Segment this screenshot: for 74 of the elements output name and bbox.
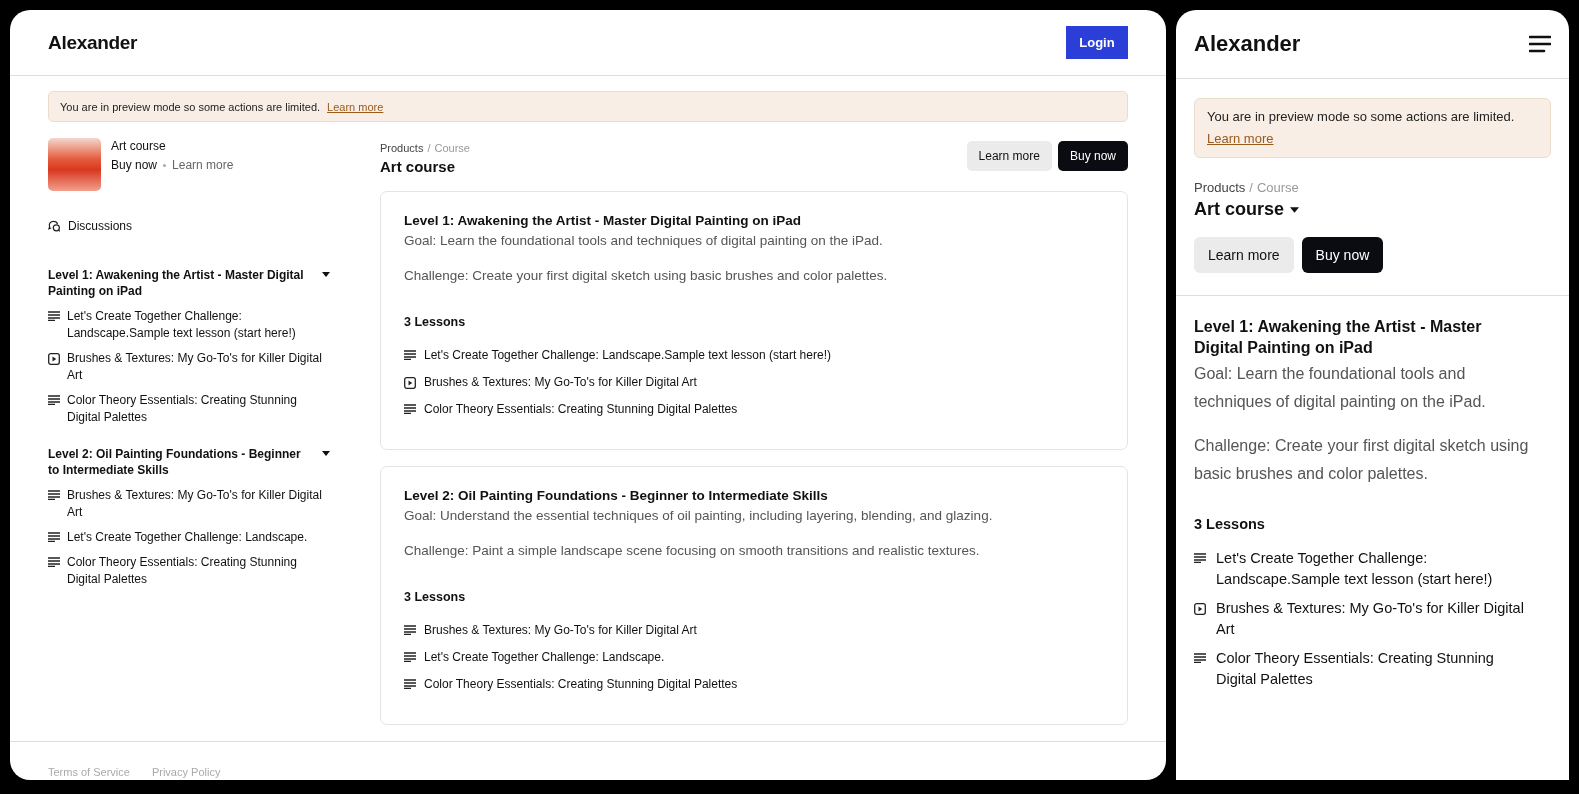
learn-more-link[interactable]: Learn more — [172, 158, 234, 172]
play-icon — [1194, 603, 1206, 615]
text-lines-icon — [48, 532, 60, 542]
level-title: Level 2: Oil Painting Foundations - Beginner to Intermediate Skills — [404, 488, 829, 503]
lesson-link[interactable]: Brushes & Textures: My Go-To's for Killer Digital Art — [424, 623, 697, 637]
buy-now-link[interactable]: Buy now — [111, 158, 158, 172]
buy-now-button[interactable]: Buy now — [1057, 141, 1128, 171]
lesson-link[interactable]: Brushes & Textures: My Go-To's for Killer Digital Art — [1216, 598, 1533, 640]
text-lines-icon — [48, 311, 60, 321]
text-lines-icon — [1194, 653, 1206, 663]
lesson-link[interactable]: Color Theory Essentials: Creating Stunning Digital Palettes — [424, 402, 738, 416]
lesson-link[interactable]: Let's Create Together Challenge: Landscape.Sample text lesson (start here!) — [1216, 548, 1533, 590]
text-lines-icon — [48, 557, 60, 567]
lesson-link[interactable]: Brushes & Textures: My Go-To's for Killer Digital Art — [424, 375, 697, 389]
brand-name[interactable]: Alexander — [48, 31, 138, 54]
chat-bubbles-icon — [48, 220, 61, 232]
banner-text: You are in preview mode so some actions are limited. — [60, 100, 321, 113]
level-title: Level 1: Awakening the Artist - Master Digital Painting on iPad — [1194, 317, 1483, 358]
play-icon — [404, 377, 416, 389]
learn-more-link[interactable]: Learn more — [327, 100, 384, 113]
text-lines-icon — [404, 652, 416, 662]
lesson-link[interactable]: Color Theory Essentials: Creating Stunning Digital Palettes — [67, 392, 332, 426]
lessons-count: 3 Lessons — [404, 590, 467, 604]
lesson-link[interactable]: Brushes & Textures: My Go-To's for Killer Digital Art — [67, 487, 332, 521]
lessons-count: 3 Lessons — [404, 315, 467, 329]
photo-placeholder — [48, 138, 101, 191]
goal-text: Goal: Learn the foundational tools and techniques of digital painting on the iPad. — [404, 233, 884, 248]
lesson-link[interactable]: Let's Create Together Challenge: Landscape.Sample text lesson (start here!) — [424, 348, 831, 362]
discussions-link[interactable]: Discussions — [68, 219, 133, 233]
breadcrumb-separator: / — [427, 142, 431, 154]
login-button[interactable]: Login — [1066, 26, 1128, 59]
brand-name[interactable]: Alexander — [1194, 31, 1301, 57]
challenge-text: Challenge: Create your first digital sketch using basic brushes and color palettes. — [404, 268, 889, 283]
lesson-link[interactable]: Let's Create Together Challenge: Landscape.Sample text lesson (start here!) — [67, 308, 332, 342]
learn-more-link[interactable]: Learn more — [1207, 128, 1274, 150]
banner-text: You are in preview mode so some actions are limited. — [1207, 108, 1516, 126]
breadcrumb-current: Course — [434, 142, 470, 154]
learn-more-button[interactable]: Learn more — [1194, 237, 1294, 273]
level-title[interactable]: Level 1: Awakening the Artist - Master Digital Painting on iPad — [48, 267, 304, 299]
lesson-link[interactable]: Color Theory Essentials: Creating Stunning Digital Palettes — [1216, 648, 1533, 690]
page-title[interactable]: Art course — [1194, 199, 1285, 220]
breadcrumb-link[interactable]: Products — [380, 142, 424, 154]
buy-now-button[interactable]: Buy now — [1301, 237, 1384, 273]
lesson-link[interactable]: Let's Create Together Challenge: Landscape. — [67, 529, 332, 546]
breadcrumb-separator: / — [1249, 180, 1253, 195]
text-lines-icon — [48, 395, 60, 405]
level-title: Level 1: Awakening the Artist - Master Digital Painting on iPad — [404, 213, 803, 228]
lessons-count: 3 Lessons — [1194, 516, 1266, 532]
play-icon — [48, 353, 60, 365]
level-title[interactable]: Level 2: Oil Painting Foundations - Beginner to Intermediate Skills — [48, 446, 304, 478]
dot-separator — [163, 163, 167, 167]
text-lines-icon — [404, 679, 416, 689]
text-lines-icon — [404, 625, 416, 635]
text-lines-icon — [404, 350, 416, 360]
goal-text: Goal: Understand the essential techniques of oil painting, including layering, blending, and glazing. — [404, 508, 994, 523]
caret-icon[interactable] — [1290, 206, 1300, 213]
product-title: Art course — [111, 139, 167, 153]
caret-icon[interactable] — [322, 272, 330, 277]
lesson-link[interactable]: Brushes & Textures: My Go-To's for Killer Digital Art — [67, 350, 332, 384]
caret-icon[interactable] — [322, 451, 330, 456]
challenge-text: Challenge: Paint a simple landscape scene focusing on smooth transitions and realistic textures. — [404, 543, 981, 558]
breadcrumb-link[interactable]: Products — [1194, 180, 1246, 195]
text-lines-icon — [1194, 553, 1206, 563]
learn-more-button[interactable]: Learn more — [966, 141, 1052, 171]
text-lines-icon — [404, 404, 416, 414]
challenge-text: Challenge: Create your first digital sketch using basic brushes and color palettes. — [1194, 436, 1530, 484]
lesson-link[interactable]: Color Theory Essentials: Creating Stunning Digital Palettes — [67, 554, 332, 588]
breadcrumb-current: Course — [1256, 180, 1299, 195]
lesson-link[interactable]: Color Theory Essentials: Creating Stunning Digital Palettes — [424, 677, 738, 691]
goal-text: Goal: Learn the foundational tools and techniques of digital painting on the iPad. — [1194, 364, 1487, 412]
lesson-link[interactable]: Let's Create Together Challenge: Landscape. — [424, 650, 665, 664]
text-lines-icon — [48, 490, 60, 500]
page-title: Art course — [380, 158, 457, 175]
menu-icon[interactable] — [1529, 35, 1551, 53]
